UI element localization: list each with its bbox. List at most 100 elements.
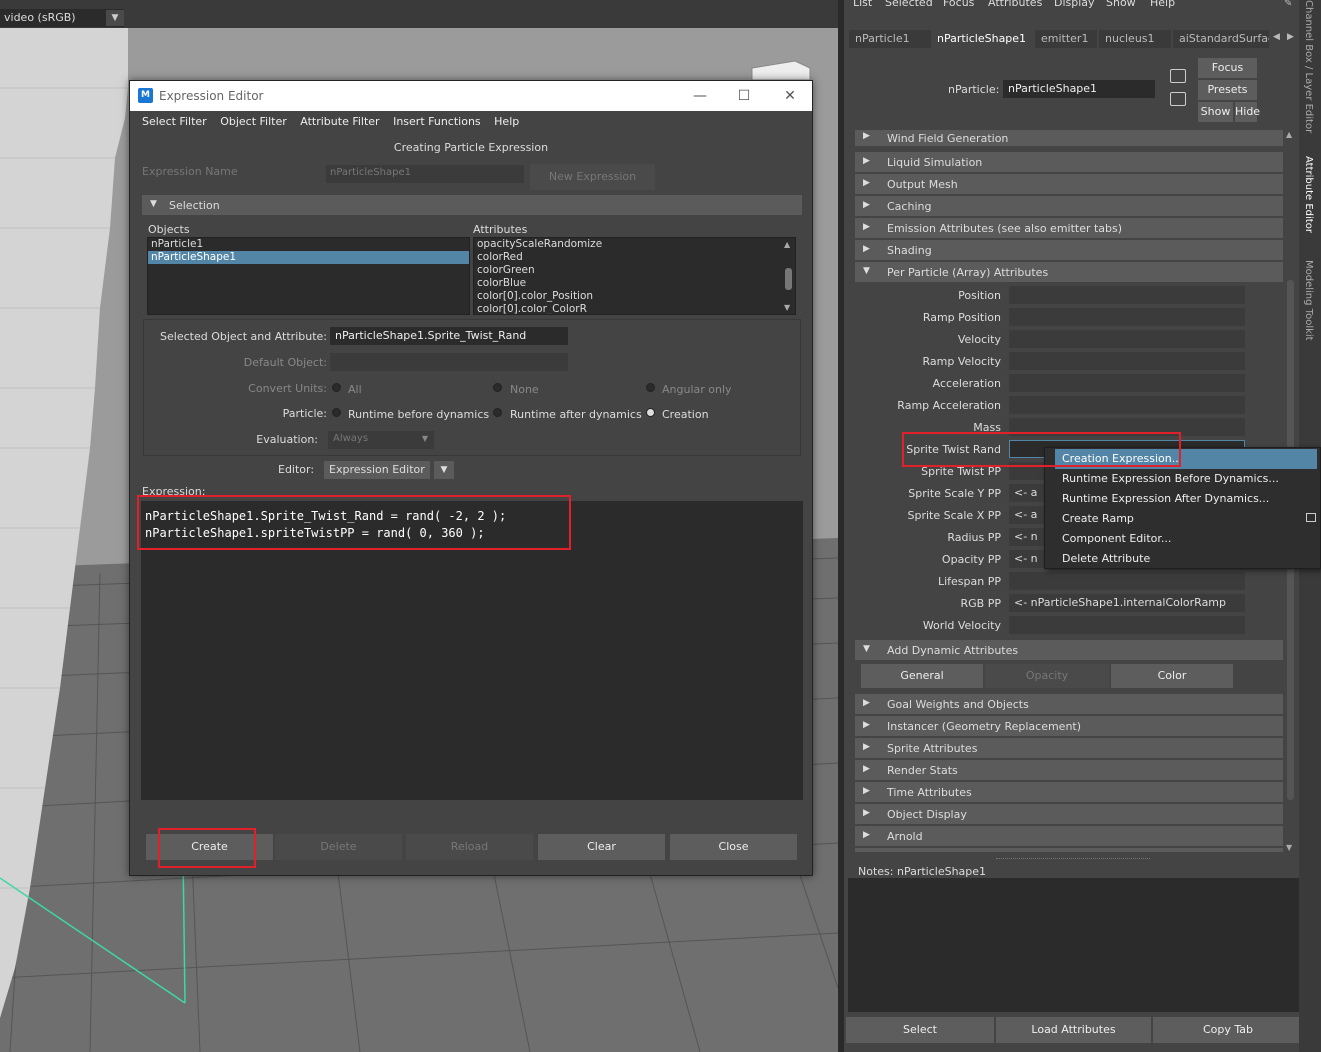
section-shading[interactable]: ▶ Shading: [855, 240, 1283, 260]
list-item[interactable]: opacityScaleRandomize: [474, 238, 795, 251]
menu-insert-functions[interactable]: Insert Functions: [389, 111, 485, 132]
menu-item-component-editor[interactable]: Component Editor...: [1055, 529, 1317, 549]
close-button[interactable]: Close: [670, 834, 797, 860]
radio-creation[interactable]: [646, 408, 655, 417]
minimize-icon[interactable]: —: [686, 86, 714, 106]
menu-selected[interactable]: Selected: [885, 0, 933, 9]
attr-field-velocity[interactable]: [1009, 330, 1245, 348]
section-time-attributes[interactable]: ▶ Time Attributes: [855, 782, 1283, 802]
hide-button[interactable]: Hide: [1235, 102, 1260, 122]
tab-nparticleshape1[interactable]: nParticleShape1: [931, 30, 1033, 48]
show-button[interactable]: Show: [1198, 102, 1233, 122]
chevron-down-icon[interactable]: ▼: [106, 10, 124, 26]
scroll-up-icon[interactable]: ▲: [784, 240, 790, 249]
select-node-icon[interactable]: [1170, 69, 1186, 83]
focus-button[interactable]: Focus: [1198, 58, 1257, 78]
radio-runtime-after[interactable]: [493, 408, 502, 417]
color-button[interactable]: Color: [1111, 664, 1233, 688]
attributes-list[interactable]: opacityScaleRandomize colorRed colorGree…: [473, 237, 796, 315]
selected-object-attr-field[interactable]: nParticleShape1.Sprite_Twist_Rand: [330, 327, 568, 345]
create-button[interactable]: Create: [146, 834, 273, 860]
attr-field-mass[interactable]: [1009, 418, 1245, 436]
menu-focus[interactable]: Focus: [943, 0, 974, 9]
attr-field-ramp-position[interactable]: [1009, 308, 1245, 326]
delete-button[interactable]: Delete: [275, 834, 402, 860]
menu-object-filter[interactable]: Object Filter: [216, 111, 291, 132]
attr-field-world-velocity[interactable]: [1009, 616, 1245, 634]
node-name-field[interactable]: nParticleShape1: [1003, 80, 1155, 98]
menu-display[interactable]: Display: [1054, 0, 1095, 9]
section-goal-weights[interactable]: ▶ Goal Weights and Objects: [855, 694, 1283, 714]
menu-item-runtime-after[interactable]: Runtime Expression After Dynamics...: [1055, 489, 1317, 509]
notes-textarea[interactable]: [848, 878, 1305, 1012]
evaluation-dropdown[interactable]: Always ▼: [328, 431, 434, 449]
section-wind-field-generation[interactable]: ▶ Wind Field Generation: [855, 130, 1283, 146]
tab-nparticle1[interactable]: nParticle1: [849, 30, 931, 48]
menu-attribute-filter[interactable]: Attribute Filter: [296, 111, 383, 132]
radio-angular-only[interactable]: [646, 383, 655, 392]
copy-tab-button[interactable]: Copy Tab: [1153, 1017, 1303, 1043]
menu-show[interactable]: Show: [1106, 0, 1136, 9]
menu-help[interactable]: Help: [1150, 0, 1175, 9]
menu-list[interactable]: List: [853, 0, 872, 9]
chevron-right-icon[interactable]: ▶: [1287, 32, 1294, 42]
objects-list[interactable]: nParticle1 nParticleShape1: [147, 237, 470, 315]
attr-field-acceleration[interactable]: [1009, 374, 1245, 392]
notes-resize-handle[interactable]: [996, 858, 1150, 860]
scroll-up-icon[interactable]: ▲: [1286, 130, 1292, 139]
close-icon[interactable]: ✕: [776, 86, 804, 106]
list-item[interactable]: nParticle1: [148, 238, 469, 251]
section-render-stats[interactable]: ▶ Render Stats: [855, 760, 1283, 780]
radio-none[interactable]: [493, 383, 502, 392]
expression-name-input[interactable]: nParticleShape1: [326, 165, 524, 183]
section-output-mesh[interactable]: ▶ Output Mesh: [855, 174, 1283, 194]
section-object-display[interactable]: ▶ Object Display: [855, 804, 1283, 824]
scroll-down-icon[interactable]: ▼: [1286, 843, 1292, 852]
list-item[interactable]: colorGreen: [474, 264, 795, 277]
menu-select-filter[interactable]: Select Filter: [138, 111, 211, 132]
maximize-icon[interactable]: ☐: [730, 86, 758, 106]
general-button[interactable]: General: [861, 664, 983, 688]
menu-item-creation-expression[interactable]: Creation Expression...: [1055, 449, 1317, 469]
window-titlebar[interactable]: M Expression Editor — ☐ ✕: [130, 81, 812, 111]
section-emission-attributes[interactable]: ▶ Emission Attributes (see also emitter t…: [855, 218, 1283, 238]
tab-nucleus1[interactable]: nucleus1: [1099, 30, 1171, 48]
tab-channel-box[interactable]: Channel Box / Layer Editor: [1303, 0, 1314, 133]
selection-section-header[interactable]: ▼ Selection: [142, 195, 802, 215]
tab-modeling-toolkit[interactable]: Modeling Toolkit: [1303, 260, 1314, 341]
select-button[interactable]: Select: [846, 1017, 994, 1043]
tab-attribute-editor[interactable]: Attribute Editor: [1303, 156, 1314, 233]
load-attributes-button[interactable]: Load Attributes: [996, 1017, 1151, 1043]
section-liquid-simulation[interactable]: ▶ Liquid Simulation: [855, 152, 1283, 172]
section-caching[interactable]: ▶ Caching: [855, 196, 1283, 216]
list-item[interactable]: color[0].color_Position: [474, 290, 795, 303]
attr-field-ramp-acceleration[interactable]: [1009, 396, 1245, 414]
menu-item-runtime-before[interactable]: Runtime Expression Before Dynamics...: [1055, 469, 1317, 489]
presets-button[interactable]: Presets: [1198, 80, 1257, 100]
scroll-down-icon[interactable]: ▼: [784, 303, 790, 312]
attr-field-ramp-velocity[interactable]: [1009, 352, 1245, 370]
scrollbar[interactable]: ▲ ▼: [783, 240, 793, 312]
attr-field-rgb-pp[interactable]: <- nParticleShape1.internalColorRamp: [1009, 594, 1245, 612]
attr-field-lifespan-pp[interactable]: [1009, 572, 1245, 590]
reload-button[interactable]: Reload: [406, 834, 533, 860]
new-expression-button[interactable]: New Expression: [530, 164, 655, 190]
editor-dropdown[interactable]: Expression Editor: [324, 461, 430, 479]
section-add-dynamic-attributes[interactable]: ▼ Add Dynamic Attributes: [855, 640, 1283, 660]
chevron-down-icon[interactable]: ▼: [434, 461, 454, 479]
list-item[interactable]: colorRed: [474, 251, 795, 264]
pin-icon[interactable]: ✎: [1284, 0, 1292, 9]
section-per-particle-attributes[interactable]: ▼ Per Particle (Array) Attributes: [855, 262, 1283, 282]
list-item[interactable]: color[0].color_ColorR: [474, 303, 795, 314]
output-connections-icon[interactable]: [1170, 92, 1186, 106]
radio-all[interactable]: [332, 383, 341, 392]
attr-field-position[interactable]: [1009, 286, 1245, 304]
list-item-selected[interactable]: nParticleShape1: [148, 251, 469, 264]
tab-emitter1[interactable]: emitter1: [1035, 30, 1097, 48]
radio-runtime-before[interactable]: [332, 408, 341, 417]
section-sprite-attributes[interactable]: ▶ Sprite Attributes: [855, 738, 1283, 758]
menu-help[interactable]: Help: [490, 111, 523, 132]
option-box-icon[interactable]: [1306, 513, 1316, 522]
expression-code-editor[interactable]: nParticleShape1.Sprite_Twist_Rand = rand…: [141, 501, 803, 800]
section-more[interactable]: [855, 848, 1283, 852]
